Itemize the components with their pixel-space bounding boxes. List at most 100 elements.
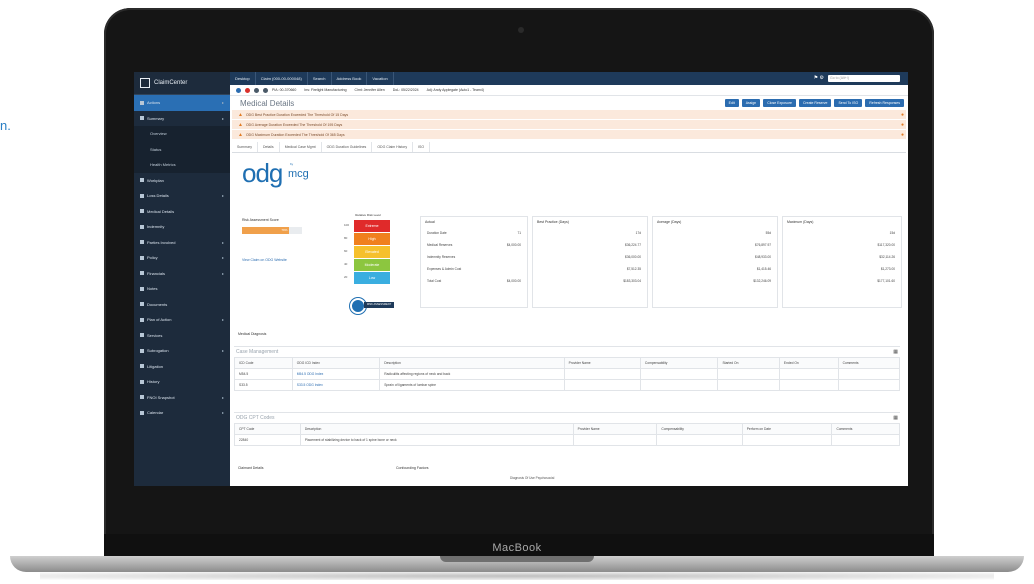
max-row-value: $177,101.60 — [877, 279, 895, 283]
nav-icon — [140, 364, 144, 369]
grid-menu-icon[interactable]: ▦ — [893, 415, 898, 421]
sidebar-item[interactable]: Workplan — [134, 173, 230, 189]
table-cell — [656, 434, 743, 446]
gauge-tick-label: 60 — [344, 249, 348, 253]
sidebar-item[interactable]: Actions ▸ — [134, 95, 230, 111]
avg-row: $48,933.00 — [653, 251, 777, 263]
column-header[interactable]: CPT Code — [234, 423, 301, 435]
app-logo[interactable]: ClaimCenter — [134, 72, 230, 95]
top-nav-item[interactable]: Address Book — [332, 72, 368, 85]
table-row[interactable]: 22840 Placement of stabilizing device to … — [234, 434, 900, 446]
column-header[interactable]: Compensability — [656, 423, 743, 435]
odg-website-link[interactable]: View Claim on ODG Website — [242, 258, 287, 262]
column-header[interactable]: Provider Name — [572, 423, 658, 435]
action-button[interactable]: Assign — [741, 99, 761, 107]
chevron-icon: ▸ — [221, 270, 224, 276]
tab[interactable]: ODG Claim History — [372, 142, 414, 152]
alert-dismiss-icon[interactable]: ● — [901, 112, 904, 118]
max-row-value: $32,114.26 — [879, 255, 895, 259]
column-header[interactable]: ODG ICD Index — [291, 357, 381, 369]
top-nav-item[interactable]: Claim (000-00-000048) — [256, 72, 308, 85]
column-header[interactable]: Description — [299, 423, 574, 435]
action-button[interactable]: Refresh Responses — [865, 99, 904, 107]
sidebar-item[interactable]: Financials ▸ — [134, 266, 230, 282]
action-button[interactable]: Create Reserve — [798, 99, 832, 107]
grid-menu-icon[interactable]: ▦ — [893, 349, 898, 355]
claim-info-item: PIA: 00-370660 — [272, 88, 297, 92]
best-practice-title: Best Practice (Days) — [537, 220, 569, 224]
sidebar-item[interactable]: Summary ▸ — [134, 111, 230, 127]
table-cell — [778, 368, 839, 380]
sidebar-item[interactable]: Services — [134, 328, 230, 344]
sidebar-item-label: Notes — [147, 286, 158, 292]
tab[interactable]: ISO — [413, 142, 431, 152]
table-cell: Placement of stabilizing device to back … — [299, 434, 574, 446]
claimant-details-label: Claimant Details — [238, 466, 264, 470]
action-button[interactable]: Edit — [724, 99, 739, 107]
sidebar-item[interactable]: Policy ▸ — [134, 250, 230, 266]
cpt-codes-section: ODG CPT Codes ▦ CPT Code Description Provi… — [234, 412, 900, 446]
sidebar-item[interactable]: Overview — [134, 126, 230, 142]
chevron-icon: ▸ — [221, 410, 224, 416]
table-cell — [717, 368, 780, 380]
sidebar-item[interactable]: Status — [134, 141, 230, 157]
chevron-icon: ▸ — [221, 255, 224, 261]
sidebar-item[interactable]: Health Metrics — [134, 157, 230, 173]
column-header[interactable]: Comments — [837, 357, 901, 369]
nav-icon — [140, 116, 144, 121]
odg-logo-by: by — [290, 162, 294, 166]
sidebar-item[interactable]: Calendar ▸ — [134, 405, 230, 421]
table-row[interactable]: M54.5 M54.5 ODG Index Radiculitis affectin… — [234, 368, 901, 380]
sidebar-item[interactable]: Medical Details — [134, 204, 230, 220]
action-button[interactable]: Send To ISO — [834, 99, 863, 107]
gauge-tick-label: 20 — [344, 275, 348, 279]
column-header[interactable]: Ended On — [778, 357, 839, 369]
column-header[interactable]: Started On — [717, 357, 780, 369]
chevron-icon: ▸ — [221, 239, 224, 245]
app-name: ClaimCenter — [154, 80, 188, 86]
sidebar-item[interactable]: Documents — [134, 297, 230, 313]
column-header[interactable]: Comments — [831, 423, 900, 435]
laptop-shadow — [40, 572, 994, 580]
table-cell: M54.5 ODG Index — [291, 368, 381, 380]
sidebar-item[interactable]: Parties Involved ▸ — [134, 235, 230, 251]
claim-info-items: PIA: 00-370660 Ins: Firelight Manufacturi… — [272, 88, 492, 92]
sidebar-item[interactable]: FNOI Snapshot ▸ — [134, 390, 230, 406]
actual-row-value: $4,000.00 — [506, 243, 521, 247]
sidebar-item-label: Financials — [147, 270, 166, 276]
column-header[interactable]: Perform on Date — [741, 423, 833, 435]
actual-row: Indemnity Reserves — [421, 251, 527, 263]
toolbar-icons[interactable]: ⚑ ⚙ — [814, 75, 824, 81]
sidebar-item[interactable]: History — [134, 374, 230, 390]
alert-dismiss-icon[interactable]: ● — [901, 132, 904, 138]
sidebar-item[interactable]: Notes — [134, 281, 230, 297]
column-header[interactable]: Provider Name — [563, 357, 641, 369]
table-cell: 22840 — [234, 434, 301, 446]
sidebar-item[interactable]: Indemnity — [134, 219, 230, 235]
tab[interactable]: Details — [258, 142, 280, 152]
odg-logo: odg — [242, 158, 283, 188]
sidebar-item[interactable]: Plan of Action ▸ — [134, 312, 230, 328]
max-row-value: $1,273.00 — [880, 267, 895, 271]
sidebar-item[interactable]: Litigation — [134, 359, 230, 375]
best-row: $183,303.04 — [533, 275, 647, 287]
sidebar-item[interactable]: Loss Details ▸ — [134, 188, 230, 204]
tab[interactable]: Summary — [232, 142, 258, 152]
action-button[interactable]: Close Exposure — [763, 99, 796, 107]
actual-row: Total Cost $4,000.00 — [421, 275, 527, 287]
sidebar-item[interactable]: Subrogation ▸ — [134, 343, 230, 359]
tab[interactable]: Medical Case Mgmt — [280, 142, 322, 152]
top-nav-item[interactable]: Desktop — [230, 72, 256, 85]
table-row[interactable]: S33.5 S33.5 ODG Index Sprain of ligaments … — [234, 379, 901, 391]
quick-search-input[interactable]: Go to (Alt+/) — [828, 75, 900, 82]
sidebar-item-label: Actions — [147, 100, 161, 106]
sidebar-item-label: Health Metrics — [150, 162, 176, 168]
column-header[interactable]: Description — [379, 357, 565, 369]
alert-dismiss-icon[interactable]: ● — [901, 122, 904, 128]
column-header[interactable]: ICD Code — [234, 357, 293, 369]
gauge-band: Extreme — [354, 220, 390, 232]
top-nav-item[interactable]: Vacation — [367, 72, 394, 85]
column-header[interactable]: Compensability — [639, 357, 719, 369]
tab[interactable]: ODG Duration Guidelines — [322, 142, 373, 152]
top-nav-item[interactable]: Search — [308, 72, 332, 85]
